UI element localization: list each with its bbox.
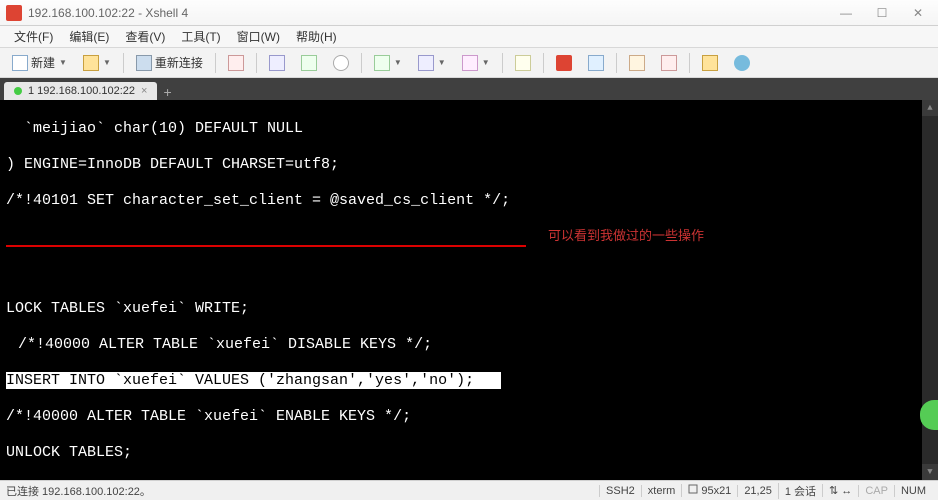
terminal-line [6,264,932,282]
font-button[interactable]: ▼ [412,52,452,74]
toolbar-separator [123,53,124,73]
window-controls: — ☐ ✕ [832,4,932,22]
find-icon [333,55,349,71]
toolbar-separator [256,53,257,73]
session-tab-label: 1 192.168.100.102:22 [28,85,135,97]
scroll-up-icon[interactable]: ▲ [922,100,938,116]
toolbar-separator [616,53,617,73]
menu-view[interactable]: 查看(V) [117,26,173,47]
xshell-button[interactable] [550,52,578,74]
connected-icon [14,87,22,95]
dropdown-icon: ▼ [394,58,402,67]
new-icon [12,55,28,71]
properties-button[interactable] [222,52,250,74]
status-sessions: 1 会话 [778,483,822,499]
dropdown-icon: ▼ [59,58,67,67]
terminal-line: INSERT INTO `xuefei` VALUES ('zhangsan',… [6,372,932,390]
toolbar-separator [502,53,503,73]
reconnect-icon [136,55,152,71]
minimize-button[interactable]: — [832,4,860,22]
dropdown-icon: ▼ [482,58,490,67]
status-cap: CAP [858,485,894,497]
tabbar: 1 192.168.100.102:22 × + [0,78,938,100]
dropdown-icon: ▼ [438,58,446,67]
terminal-line: LOCK TABLES `xuefei` WRITE; [6,300,932,318]
toolbar-separator [689,53,690,73]
script-button[interactable] [623,52,651,74]
status-size: 95x21 [681,484,737,497]
help-icon [734,55,750,71]
fullscreen-button[interactable] [509,52,537,74]
window-title: 192.168.100.102:22 - Xshell 4 [28,6,832,20]
color-icon [374,55,390,71]
session-tab[interactable]: 1 192.168.100.102:22 × [4,82,157,100]
highlighted-insert-line: INSERT INTO `xuefei` VALUES ('zhangsan',… [6,372,501,389]
statusbar: 已连接 192.168.100.102:22。 SSH2 xterm 95x21… [0,480,938,500]
key-button[interactable] [696,52,724,74]
status-term: xterm [641,485,682,497]
toolbar-separator [215,53,216,73]
menu-tools[interactable]: 工具(T) [173,26,228,47]
terminal-line: /*!40101 SET character_set_client = @sav… [6,192,932,210]
menu-edit[interactable]: 编辑(E) [61,26,117,47]
toolbar-separator [361,53,362,73]
encoding-button[interactable]: ▼ [456,52,496,74]
quickcmd-icon [661,55,677,71]
open-button[interactable]: ▼ [77,52,117,74]
menu-file[interactable]: 文件(F) [6,26,61,47]
paste-button[interactable] [295,52,323,74]
reconnect-button[interactable]: 重新连接 [130,51,209,74]
terminal-line: /*!40000 ALTER TABLE `xuefei` ENABLE KEY… [6,408,932,426]
status-num: NUM [894,485,932,497]
paste-icon [301,55,317,71]
terminal-line: /*!40000 ALTER TABLE `xuefei` DISABLE KE… [6,336,932,354]
key-icon [702,55,718,71]
font-icon [418,55,434,71]
scroll-down-icon[interactable]: ▼ [922,464,938,480]
new-button[interactable]: 新建 ▼ [6,51,73,74]
terminal-line: ) ENGINE=InnoDB DEFAULT CHARSET=utf8; [6,156,932,174]
terminal-line: `meijiao` char(10) DEFAULT NULL [6,120,932,138]
annotation-text: 可以看到我做过的一些操作 [548,228,704,244]
copy-button[interactable] [263,52,291,74]
status-cursor: 21,25 [737,485,778,497]
status-protocol: SSH2 [599,485,641,497]
reconnect-label: 重新连接 [155,54,203,71]
color-button[interactable]: ▼ [368,52,408,74]
folder-icon [83,55,99,71]
menu-help[interactable]: 帮助(H) [288,26,345,47]
size-icon [688,484,698,494]
new-label: 新建 [31,54,55,71]
dropdown-icon: ▼ [103,58,111,67]
fullscreen-icon [515,55,531,71]
find-button[interactable] [327,52,355,74]
status-signal: ⇅ ↔ [822,484,858,497]
terminal-line: UNLOCK TABLES; [6,444,932,462]
add-tab-button[interactable]: + [157,84,177,100]
terminal-line [6,228,932,246]
app-icon [6,5,22,21]
terminal[interactable]: `meijiao` char(10) DEFAULT NULL ) ENGINE… [0,100,938,480]
properties-icon [228,55,244,71]
toolbar: 新建 ▼ ▼ 重新连接 ▼ ▼ ▼ [0,48,938,78]
copy-icon [269,55,285,71]
titlebar: 192.168.100.102:22 - Xshell 4 — ☐ ✕ [0,0,938,26]
encoding-icon [462,55,478,71]
close-button[interactable]: ✕ [904,4,932,22]
maximize-button[interactable]: ☐ [868,4,896,22]
menubar: 文件(F) 编辑(E) 查看(V) 工具(T) 窗口(W) 帮助(H) [0,26,938,48]
xshell-icon [556,55,572,71]
menu-window[interactable]: 窗口(W) [229,26,288,47]
toolbar-separator [543,53,544,73]
xftp-button[interactable] [582,52,610,74]
red-underline [6,245,526,247]
script-icon [629,55,645,71]
help-button[interactable] [728,52,756,74]
xftp-icon [588,55,604,71]
quickcmd-button[interactable] [655,52,683,74]
status-connection: 已连接 192.168.100.102:22。 [6,483,151,499]
close-tab-icon[interactable]: × [141,85,147,97]
